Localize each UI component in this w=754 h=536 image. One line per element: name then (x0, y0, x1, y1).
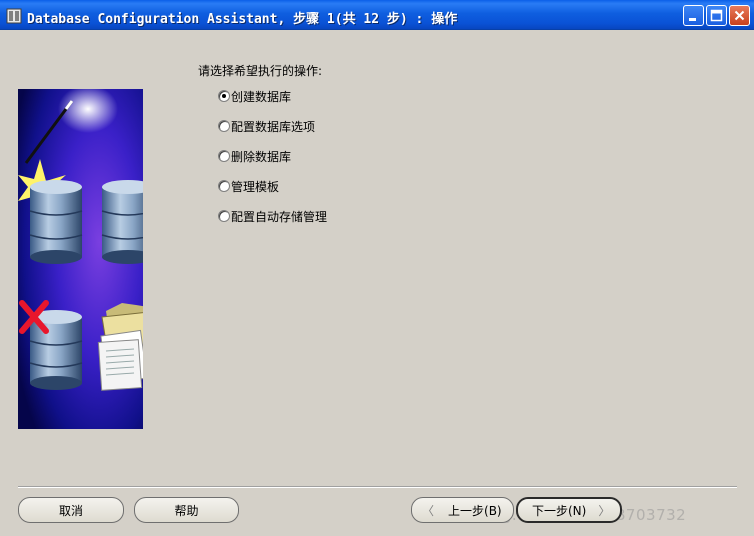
configure-database-icon (101, 180, 143, 264)
radio-delete-database[interactable] (218, 150, 230, 162)
option-delete-database[interactable]: 删除数据库 (218, 148, 291, 164)
back-button-label: 上一步(B) (448, 503, 502, 518)
next-button-label: 下一步(N) (532, 503, 587, 518)
maximize-button[interactable] (706, 5, 727, 26)
option-manage-templates[interactable]: 管理模板 (218, 178, 279, 194)
delete-database-icon (19, 300, 83, 390)
help-button-label: 帮助 (174, 503, 199, 518)
close-button[interactable] (729, 5, 750, 26)
option-create-database[interactable]: 创建数据库 (218, 88, 291, 104)
title-bar[interactable]: Database Configuration Assistant, 步骤 1(共… (0, 0, 754, 30)
dbca-window: Database Configuration Assistant, 步骤 1(共… (0, 0, 754, 536)
chevron-right-icon: 〉 (598, 503, 611, 518)
radio-configure-database[interactable] (218, 120, 230, 132)
radio-manage-templates[interactable] (218, 180, 230, 192)
radio-configure-asm[interactable] (218, 210, 230, 222)
back-button[interactable]: 〈 上一步(B) (411, 497, 514, 523)
operation-prompt: 请选择希望执行的操作: (198, 64, 323, 78)
chevron-left-icon: 〈 (422, 503, 435, 518)
minimize-icon (689, 18, 696, 21)
maximize-icon (710, 9, 723, 22)
option-label: 管理模板 (231, 179, 280, 194)
database-illustration (18, 89, 143, 429)
minimize-button[interactable] (683, 5, 704, 26)
cancel-button-label: 取消 (58, 503, 83, 518)
option-configure-database[interactable]: 配置数据库选项 (218, 118, 315, 134)
next-button[interactable]: 下一步(N) 〉 (516, 497, 622, 523)
cancel-button[interactable]: 取消 (18, 497, 124, 523)
footer-separator (18, 486, 737, 488)
window-title: Database Configuration Assistant, 步骤 1(共… (27, 12, 458, 27)
radio-create-database[interactable] (218, 90, 230, 102)
option-label: 配置自动存储管理 (231, 209, 328, 224)
close-icon (734, 10, 745, 21)
option-configure-asm[interactable]: 配置自动存储管理 (218, 208, 327, 224)
option-label: 删除数据库 (231, 149, 292, 164)
option-label: 配置数据库选项 (231, 119, 316, 134)
database-app-icon (6, 8, 22, 24)
create-database-icon (29, 180, 83, 264)
option-label: 创建数据库 (231, 89, 292, 104)
help-button[interactable]: 帮助 (134, 497, 239, 523)
